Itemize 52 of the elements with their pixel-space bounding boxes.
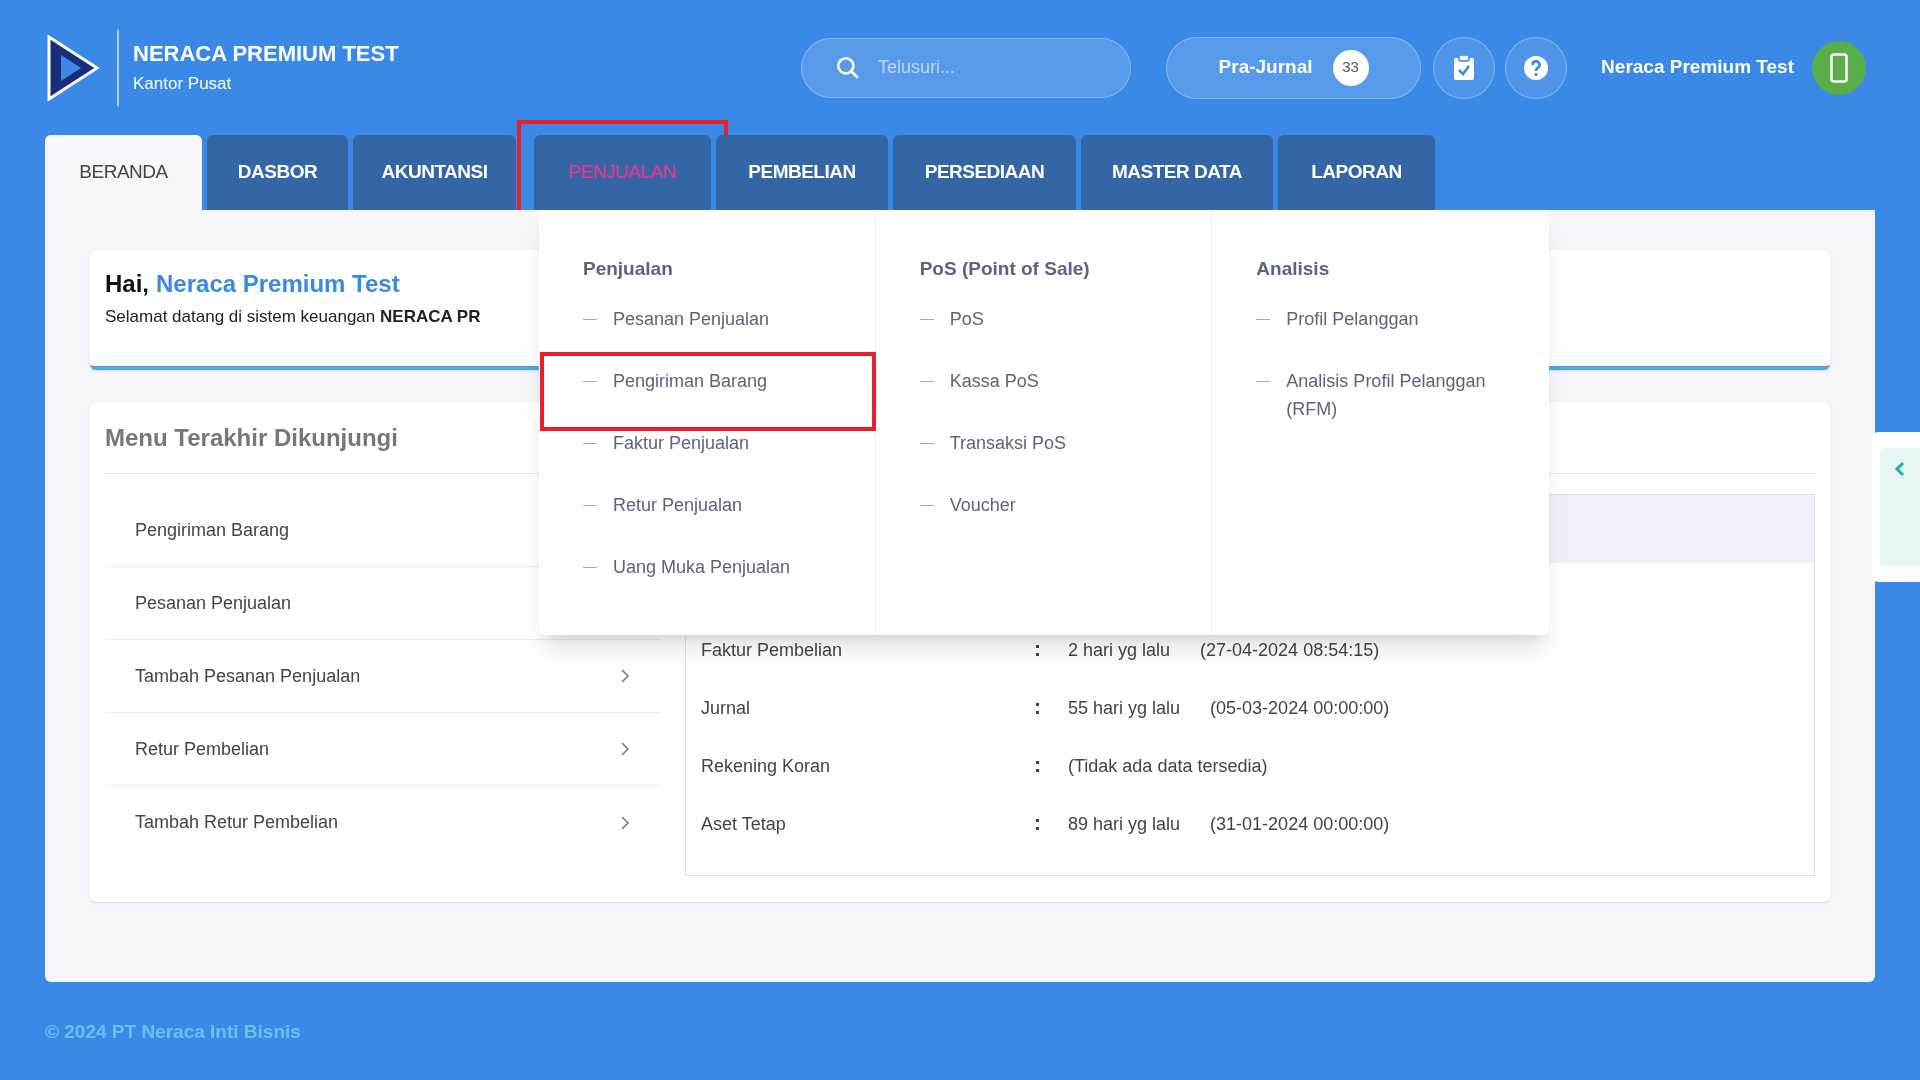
menu-item[interactable]: Analisis Profil Pelanggan (RFM) [1256, 367, 1529, 423]
row-value: 55 hari yg lalu [1068, 699, 1181, 717]
row-value: (Tidak ada data tersedia) [1068, 757, 1268, 775]
user-name[interactable]: Neraca Premium Test [1601, 53, 1794, 82]
section-title: Menu Terakhir Dikunjungi [105, 422, 398, 453]
recent-menu-item[interactable]: Tambah Retur Pembelian [105, 786, 660, 859]
nav-tab[interactable]: PEMBELIAN [716, 135, 888, 210]
nav-tab[interactable]: AKUNTANSI [353, 135, 516, 210]
menu-item[interactable]: Profil Pelanggan [1256, 305, 1529, 333]
menu-item[interactable]: Transaksi PoS [919, 429, 1192, 457]
row-label: Aset Tetap [701, 815, 787, 833]
row-label: Jurnal [701, 699, 752, 717]
logo-icon [45, 34, 101, 101]
colon-icon [1036, 644, 1039, 656]
pra-jurnal-button[interactable]: Pra-Jurnal 33 [1166, 36, 1422, 99]
welcome-message: Selamat datang di sistem keuangan NERACA PR [105, 308, 481, 325]
clipboard-check-icon [1453, 54, 1476, 81]
nav-tab[interactable]: BERANDA [45, 135, 202, 210]
menu-heading: PoS (Point of Sale) [919, 257, 1091, 281]
menu-item[interactable]: Pesanan Penjualan [583, 305, 855, 333]
avatar[interactable] [1812, 40, 1866, 95]
count-badge: 33 [1332, 49, 1369, 86]
nav-tab[interactable]: DASBOR [207, 135, 348, 210]
recent-menu-item[interactable]: Tambah Pesanan Penjualan [105, 640, 660, 713]
app-title: NERACA PREMIUM TEST [133, 43, 399, 65]
user-name-link[interactable]: Neraca Premium Test [156, 272, 400, 296]
row-timestamp: (27-04-2024 08:54:15) [1200, 641, 1380, 659]
menu-item[interactable]: Voucher [919, 491, 1192, 519]
row-label: Rekening Koran [701, 757, 832, 775]
help-icon [1523, 54, 1550, 81]
nav-tab[interactable]: LAPORAN [1278, 135, 1435, 210]
colon-icon [1036, 818, 1039, 830]
nav-tab[interactable]: PERSEDIAAN [893, 135, 1076, 210]
recent-menu-item[interactable]: Retur Pembelian [105, 713, 660, 786]
menu-item[interactable]: Kassa PoS [919, 367, 1192, 395]
row-timestamp: (31-01-2024 00:00:00) [1210, 815, 1390, 833]
menu-item[interactable]: Pengiriman Barang [583, 367, 855, 395]
colon-icon [1036, 760, 1039, 772]
chevron-left-icon [1894, 460, 1906, 478]
menu-item[interactable]: PoS [919, 305, 1192, 333]
row-value: 89 hari yg lalu [1068, 815, 1181, 833]
menu-item[interactable]: Faktur Penjualan [583, 429, 855, 457]
menu-heading: Analisis [1256, 257, 1331, 281]
greeting-text: Hai, [105, 272, 149, 296]
row-value: 2 hari yg lalu [1068, 641, 1171, 659]
nav-tab[interactable]: MASTER DATA [1081, 135, 1273, 210]
row-timestamp: (05-03-2024 00:00:00) [1210, 699, 1390, 717]
phone-icon [1830, 52, 1848, 83]
row-label: Faktur Pembelian [701, 641, 844, 659]
branch-name: Kantor Pusat [133, 75, 233, 92]
menu-heading: Penjualan [583, 257, 674, 281]
colon-icon [1036, 702, 1039, 714]
